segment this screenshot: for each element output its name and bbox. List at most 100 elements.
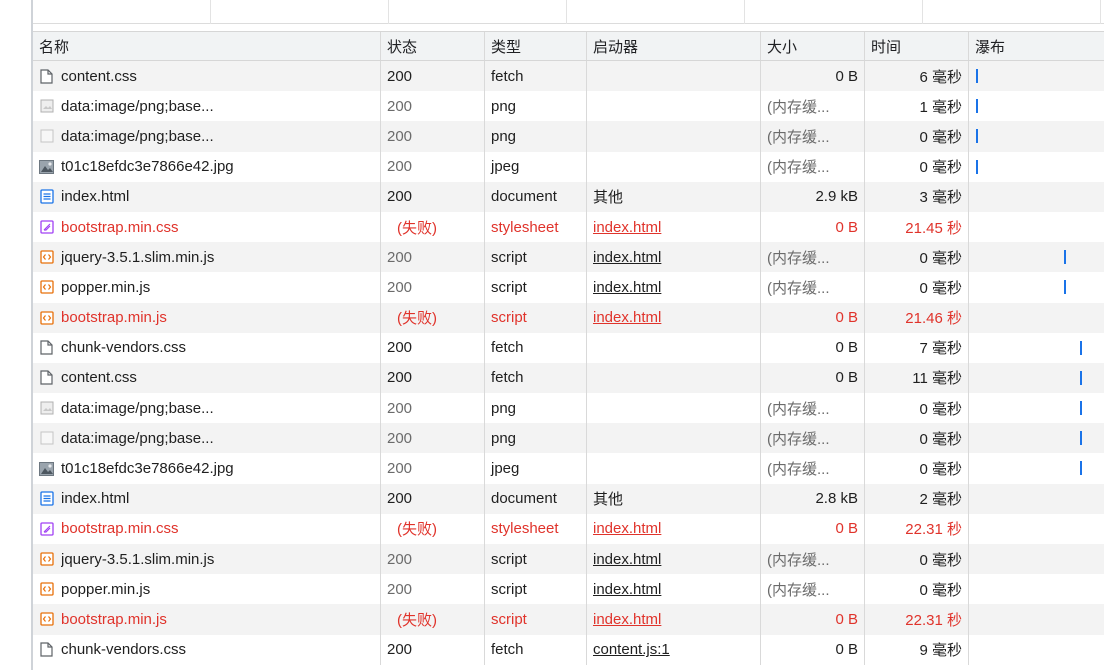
- cell-status: 200: [381, 332, 485, 363]
- column-header-initiator[interactable]: 启动器: [587, 32, 761, 60]
- cell-name[interactable]: content.css: [33, 362, 381, 394]
- table-row[interactable]: index.html 200 document 其他 2.8 kB 2 毫秒: [33, 483, 1104, 514]
- cell-name[interactable]: data:image/png;base...: [33, 423, 381, 454]
- cell-status: 200: [381, 91, 485, 122]
- request-name: popper.min.js: [61, 278, 151, 296]
- table-row[interactable]: chunk-vendors.css 200 fetch 0 B7 毫秒: [33, 332, 1104, 363]
- toolbar-segment[interactable]: [211, 0, 389, 24]
- request-name: jquery-3.5.1.slim.min.js: [61, 248, 215, 266]
- document-icon: [39, 491, 54, 506]
- cell-waterfall: [969, 604, 1104, 634]
- cell-name[interactable]: index.html: [33, 181, 381, 212]
- cell-status: 200: [381, 121, 485, 152]
- initiator-link[interactable]: index.html: [593, 520, 661, 537]
- cell-initiator: index.html: [587, 302, 761, 333]
- table-row[interactable]: index.html 200 document 其他 2.9 kB 3 毫秒: [33, 181, 1104, 212]
- cell-name[interactable]: bootstrap.min.css: [33, 211, 381, 243]
- cell-name[interactable]: data:image/png;base...: [33, 393, 381, 424]
- table-header-row: 名称 状态 类型 启动器 大小 时间 瀑布: [33, 31, 1104, 61]
- cell-waterfall: [969, 423, 1104, 453]
- toolbar-segment[interactable]: [567, 0, 745, 24]
- table-row[interactable]: bootstrap.min.css (失败) stylesheet index.htm…: [33, 211, 1104, 243]
- column-header-waterfall[interactable]: 瀑布: [969, 32, 1104, 60]
- cell-initiator: index.html: [587, 574, 761, 605]
- table-row[interactable]: jquery-3.5.1.slim.min.js 200 script index.h…: [33, 544, 1104, 575]
- cell-name[interactable]: jquery-3.5.1.slim.min.js: [33, 242, 381, 273]
- toolbar-segment[interactable]: [389, 0, 567, 24]
- column-header-time[interactable]: 时间: [865, 32, 969, 60]
- table-row[interactable]: t01c18efdc3e7866e42.jpg 200 jpeg (内存缓... 0 毫…: [33, 453, 1104, 484]
- cell-type: jpeg: [485, 151, 587, 182]
- cell-waterfall: [969, 453, 1104, 483]
- cell-name[interactable]: data:image/png;base...: [33, 91, 381, 122]
- cell-status: (失败): [381, 302, 485, 333]
- cell-type: png: [485, 393, 587, 424]
- waterfall-bar: [976, 69, 978, 83]
- cell-name[interactable]: t01c18efdc3e7866e42.jpg: [33, 151, 381, 182]
- table-row[interactable]: content.css 200 fetch 0 B6 毫秒: [33, 61, 1104, 92]
- cell-initiator: [587, 453, 761, 484]
- table-row[interactable]: content.css 200 fetch 0 B 11 毫秒: [33, 362, 1104, 394]
- initiator-link[interactable]: index.html: [593, 279, 661, 296]
- cell-name[interactable]: chunk-vendors.css: [33, 634, 381, 665]
- initiator-link[interactable]: index.html: [593, 309, 661, 326]
- cell-status: 200: [381, 544, 485, 575]
- cell-type: fetch: [485, 362, 587, 394]
- initiator-text: 其他: [593, 189, 624, 207]
- request-name: chunk-vendors.css: [61, 641, 187, 659]
- cell-name[interactable]: data:image/png;base...: [33, 121, 381, 152]
- table-row[interactable]: data:image/png;base... 200 png (内存缓... 0 毫秒: [33, 393, 1104, 424]
- cell-time: 0 毫秒: [865, 544, 969, 575]
- column-header-type[interactable]: 类型: [485, 32, 587, 60]
- cell-type: script: [485, 242, 587, 273]
- table-row[interactable]: data:image/png;base... 200 png (内存缓... 0 毫秒: [33, 423, 1104, 454]
- initiator-link[interactable]: index.html: [593, 219, 661, 236]
- table-row[interactable]: bootstrap.min.js (失败) script index.html 0 B2…: [33, 302, 1104, 333]
- table-row[interactable]: bootstrap.min.js (失败) script index.html 0 B2…: [33, 604, 1104, 635]
- table-row[interactable]: jquery-3.5.1.slim.min.js 200 script index.h…: [33, 242, 1104, 273]
- request-name: bootstrap.min.js: [61, 309, 167, 327]
- table-row[interactable]: popper.min.js 200 script index.html (内存缓... 0…: [33, 574, 1104, 605]
- cell-name[interactable]: bootstrap.min.js: [33, 604, 381, 635]
- toolbar-segment[interactable]: [923, 0, 1101, 24]
- table-row[interactable]: popper.min.js 200 script index.html (内存缓... 0…: [33, 272, 1104, 303]
- initiator-link[interactable]: index.html: [593, 581, 661, 598]
- initiator-link[interactable]: index.html: [593, 611, 661, 628]
- cell-size: (内存缓...: [761, 91, 865, 122]
- toolbar-segment[interactable]: [745, 0, 923, 24]
- toolbar-segment[interactable]: [33, 0, 211, 24]
- column-header-status[interactable]: 状态: [381, 32, 485, 60]
- cell-size: (内存缓...: [761, 242, 865, 273]
- initiator-link[interactable]: content.js:1: [593, 641, 670, 658]
- cell-status: (失败): [381, 604, 485, 635]
- cell-name[interactable]: bootstrap.min.css: [33, 513, 381, 544]
- column-header-name[interactable]: 名称: [33, 32, 381, 60]
- cell-size: 0 B: [761, 211, 865, 243]
- table-row[interactable]: data:image/png;base... 200 png (内存缓... 0 毫秒: [33, 121, 1104, 152]
- cell-name[interactable]: t01c18efdc3e7866e42.jpg: [33, 453, 381, 484]
- cell-size: 0 B: [761, 362, 865, 394]
- cell-name[interactable]: popper.min.js: [33, 574, 381, 605]
- cell-time: 11 毫秒: [865, 362, 969, 394]
- table-row[interactable]: chunk-vendors.css 200 fetch content.js:1 0 B…: [33, 634, 1104, 665]
- initiator-link[interactable]: index.html: [593, 551, 661, 568]
- table-row[interactable]: t01c18efdc3e7866e42.jpg 200 jpeg (内存缓... 0 毫…: [33, 151, 1104, 182]
- cell-name[interactable]: chunk-vendors.css: [33, 332, 381, 363]
- table-row[interactable]: data:image/png;base... 200 png (内存缓... 1 毫秒: [33, 91, 1104, 122]
- request-name: data:image/png;base...: [61, 127, 214, 145]
- cell-initiator: 其他: [587, 181, 761, 212]
- cell-name[interactable]: popper.min.js: [33, 272, 381, 303]
- table-row[interactable]: bootstrap.min.css (失败) stylesheet index.htm…: [33, 513, 1104, 544]
- stylesheet-icon: [39, 220, 54, 235]
- cell-status: 200: [381, 362, 485, 394]
- cell-type: png: [485, 91, 587, 122]
- cell-type: script: [485, 544, 587, 575]
- cell-name[interactable]: bootstrap.min.js: [33, 302, 381, 333]
- cell-time: 21.46 秒: [865, 302, 969, 333]
- cell-type: script: [485, 574, 587, 605]
- cell-name[interactable]: jquery-3.5.1.slim.min.js: [33, 544, 381, 575]
- cell-name[interactable]: content.css: [33, 61, 381, 92]
- column-header-size[interactable]: 大小: [761, 32, 865, 60]
- cell-name[interactable]: index.html: [33, 483, 381, 514]
- initiator-link[interactable]: index.html: [593, 249, 661, 266]
